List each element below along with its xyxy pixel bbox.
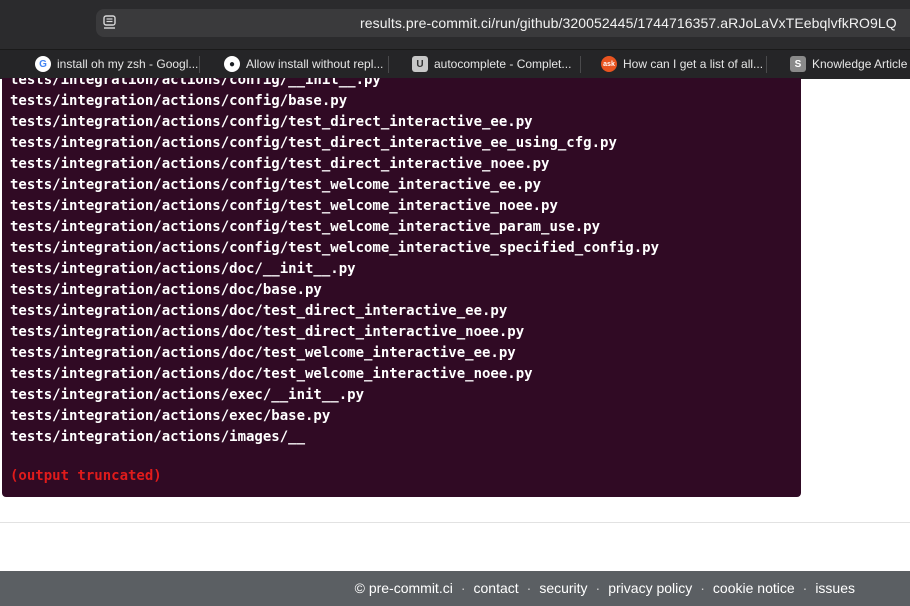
- footer-link-issues[interactable]: issues: [815, 580, 855, 596]
- bookmark-install-oh-my-zsh[interactable]: G install oh my zsh - Googl...: [35, 50, 198, 78]
- footer-link-security[interactable]: security: [539, 580, 587, 596]
- footer-link-privacy-policy[interactable]: privacy policy: [608, 580, 692, 596]
- output-line: tests/integration/actions/doc/__init__.p…: [10, 261, 356, 277]
- site-footer: © pre-commit.ci · contact · security · p…: [0, 571, 910, 606]
- footer-link-cookie-notice[interactable]: cookie notice: [713, 580, 795, 596]
- output-line: tests/integration/actions/config/test_we…: [10, 240, 660, 256]
- output-line: tests/integration/actions/doc/base.py: [10, 282, 322, 298]
- sidebar-icon[interactable]: [103, 15, 117, 31]
- bookmark-allow-install[interactable]: ● Allow install without repl...: [224, 50, 383, 78]
- output-line: tests/integration/actions/exec/base.py: [10, 408, 331, 424]
- output-line: tests/integration/actions/config/test_di…: [10, 135, 617, 151]
- bookmark-divider: [580, 56, 581, 73]
- footer-separator: ·: [802, 580, 808, 596]
- output-line: tests/integration/actions/config/__init_…: [10, 78, 381, 88]
- output-line: tests/integration/actions/config/test_di…: [10, 114, 533, 130]
- github-icon: ●: [224, 56, 240, 72]
- output-line: tests/integration/actions/config/base.py: [10, 93, 348, 109]
- footer-separator: ·: [460, 580, 466, 596]
- bookmark-how-can-i-get-list[interactable]: ask How can I get a list of all...: [601, 50, 763, 78]
- output-line: tests/integration/actions/images/__: [10, 429, 306, 445]
- bookmark-divider: [388, 56, 389, 73]
- footer-links: © pre-commit.ci · contact · security · p…: [355, 580, 855, 596]
- hook-output-terminal: tests/integration/actions/config/__init_…: [2, 78, 801, 497]
- url-text[interactable]: results.pre-commit.ci/run/github/3200524…: [360, 15, 897, 31]
- google-icon: G: [35, 56, 51, 72]
- bookmark-label: How can I get a list of all...: [623, 57, 764, 71]
- output-lines: tests/integration/actions/config/__init_…: [10, 78, 659, 448]
- footer-link-contact[interactable]: contact: [474, 580, 519, 596]
- footer-copyright[interactable]: © pre-commit.ci: [355, 580, 453, 596]
- ask-ubuntu-icon: ask: [601, 56, 617, 72]
- bookmark-label: install oh my zsh - Googl...: [57, 57, 199, 71]
- unix-linux-icon: U: [412, 56, 428, 72]
- bookmark-label: autocomplete - Complet...: [434, 57, 572, 71]
- output-line: tests/integration/actions/config/test_we…: [10, 219, 601, 235]
- output-line: tests/integration/actions/doc/test_welco…: [10, 366, 533, 382]
- browser-toolbar: results.pre-commit.ci/run/github/3200524…: [0, 0, 910, 49]
- bookmarks-bar: G install oh my zsh - Googl... ● Allow i…: [0, 49, 910, 79]
- output-line: tests/integration/actions/doc/test_direc…: [10, 324, 525, 340]
- bookmark-knowledge-article[interactable]: S Knowledge Article V: [790, 50, 910, 78]
- bookmark-label: Knowledge Article V: [812, 57, 910, 71]
- bookmark-autocomplete[interactable]: U autocomplete - Complet...: [412, 50, 571, 78]
- bookmark-divider: [766, 56, 767, 73]
- output-line: tests/integration/actions/config/test_we…: [10, 198, 558, 214]
- section-divider: [0, 522, 910, 523]
- footer-separator: ·: [595, 580, 601, 596]
- footer-separator: ·: [700, 580, 705, 596]
- footer-separator: ·: [526, 580, 532, 596]
- output-truncated-notice: (output truncated): [10, 468, 162, 484]
- bookmark-divider: [199, 56, 200, 73]
- s-icon: S: [790, 56, 806, 72]
- output-line: tests/integration/actions/exec/__init__.…: [10, 387, 365, 403]
- output-line: tests/integration/actions/config/test_we…: [10, 177, 542, 193]
- output-line: tests/integration/actions/config/test_di…: [10, 156, 550, 172]
- output-line: tests/integration/actions/doc/test_welco…: [10, 345, 516, 361]
- output-line: tests/integration/actions/doc/test_direc…: [10, 303, 508, 319]
- bookmark-label: Allow install without repl...: [246, 57, 384, 71]
